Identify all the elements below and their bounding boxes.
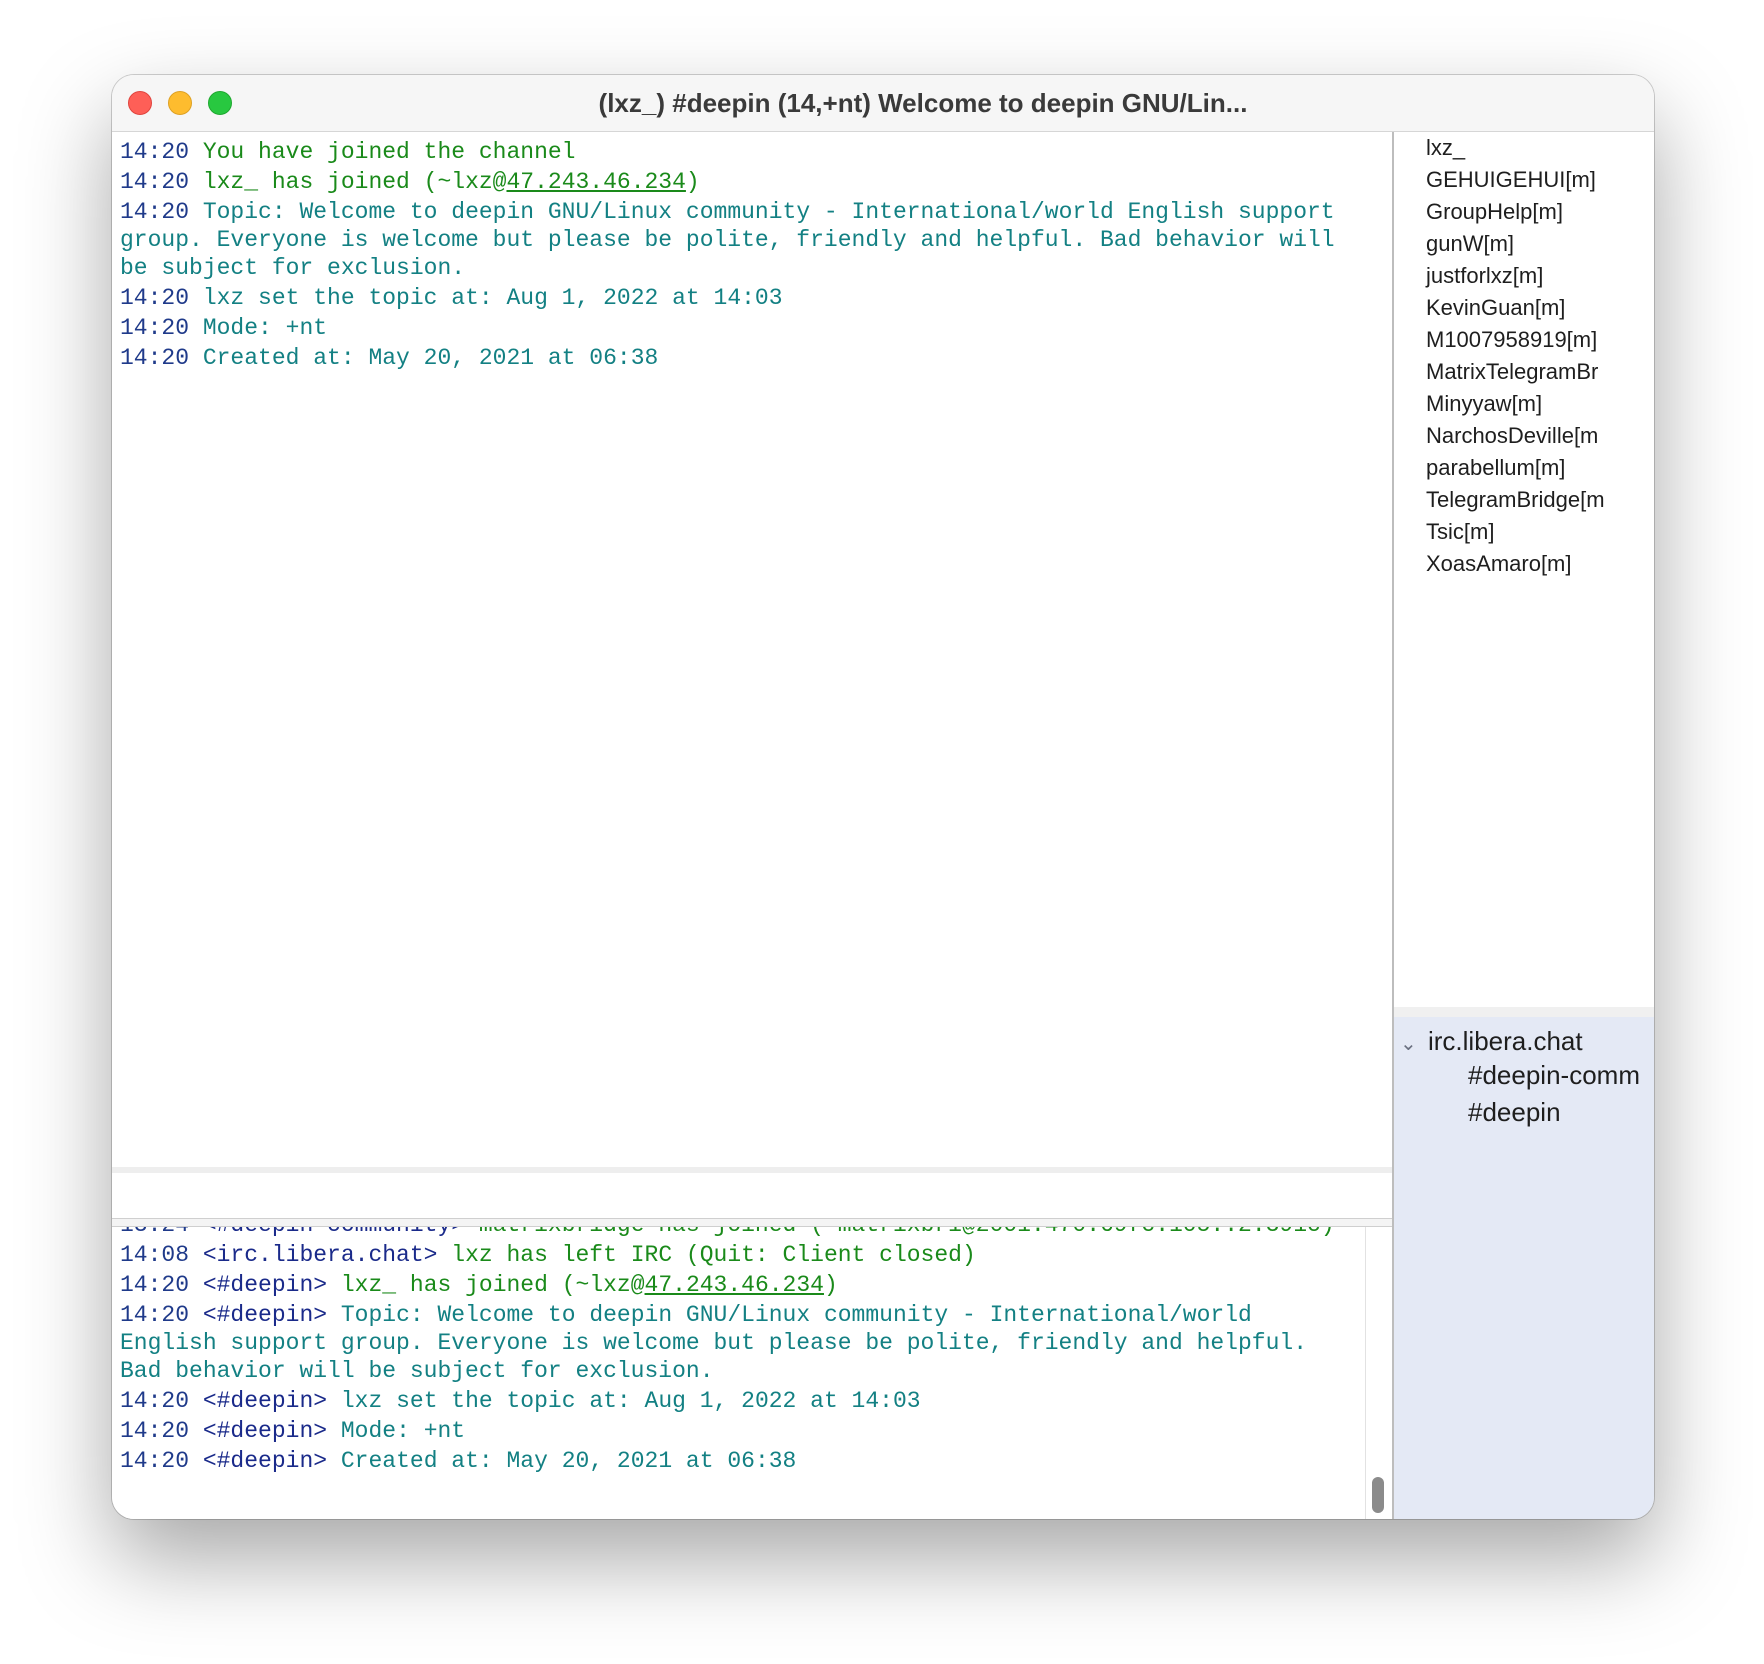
log-line: 14:20 <#deepin> Mode: +nt xyxy=(120,1417,1352,1445)
user-list-item[interactable]: justforlxz[m] xyxy=(1394,260,1654,292)
log-timestamp: 14:20 xyxy=(120,285,190,311)
log-line: 14:20 <#deepin> Created at: May 20, 2021… xyxy=(120,1447,1352,1475)
user-list-item[interactable]: XoasAmaro[m] xyxy=(1394,548,1654,580)
server-tree[interactable]: ⌄ irc.libera.chat #deepin-comm #deepin xyxy=(1394,1007,1654,1519)
user-list-item[interactable]: MatrixTelegramBr xyxy=(1394,356,1654,388)
log-line: 14:20 lxz_ has joined (~lxz@47.243.46.23… xyxy=(120,168,1372,196)
user-list-item[interactable]: M1007958919[m] xyxy=(1394,324,1654,356)
log-line: 14:08 <irc.libera.chat> lxz has left IRC… xyxy=(120,1241,1352,1269)
log-source: <#deepin> xyxy=(202,1272,328,1298)
title-bar[interactable]: (lxz_) #deepin (14,+nt) Welcome to deepi… xyxy=(112,75,1654,132)
server-log-view[interactable]: 13:24 <#deepin-community> matrixbridge h… xyxy=(112,1227,1392,1519)
user-list-item[interactable]: KevinGuan[m] xyxy=(1394,292,1654,324)
log-line: 14:20 <#deepin> lxz set the topic at: Au… xyxy=(120,1387,1352,1415)
log-text: lxz has left IRC (Quit: Client closed) xyxy=(451,1242,976,1268)
log-timestamp: 13:24 xyxy=(120,1227,189,1238)
log-text: You have joined the channel xyxy=(202,139,576,165)
log-source: <irc.libera.chat> xyxy=(202,1242,438,1268)
log-text: lxz set the topic at: Aug 1, 2022 at 14:… xyxy=(340,1388,921,1414)
channel-log-view[interactable]: 14:20 You have joined the channel 14:20 l… xyxy=(112,132,1392,1167)
user-list-item[interactable]: Minyyaw[m] xyxy=(1394,388,1654,420)
tree-channel-deepin-comm[interactable]: #deepin-comm xyxy=(1468,1057,1640,1093)
log-line: 14:20 <#deepin> lxz_ has joined (~lxz@47… xyxy=(120,1271,1352,1299)
user-list-item[interactable]: parabellum[m] xyxy=(1394,452,1654,484)
user-list-item[interactable]: Tsic[m] xyxy=(1394,516,1654,548)
minimize-window-button[interactable] xyxy=(168,91,192,115)
irc-client-window: (lxz_) #deepin (14,+nt) Welcome to deepi… xyxy=(112,75,1654,1519)
zoom-window-button[interactable] xyxy=(208,91,232,115)
tree-channel-deepin[interactable]: #deepin xyxy=(1468,1094,1561,1130)
tree-server-item[interactable]: ⌄ irc.libera.chat xyxy=(1400,1023,1583,1059)
log-timestamp: 14:08 xyxy=(120,1242,190,1268)
log-timestamp: 14:20 xyxy=(120,315,190,341)
log-text: Created at: May 20, 2021 at 06:38 xyxy=(202,345,659,371)
log-timestamp: 14:20 xyxy=(120,199,190,225)
window-title: (lxz_) #deepin (14,+nt) Welcome to deepi… xyxy=(598,88,1248,118)
channel-log: 14:20 You have joined the channel 14:20 l… xyxy=(120,138,1372,374)
log-line: 14:20 Topic: Welcome to deepin GNU/Linux… xyxy=(120,198,1372,282)
server-log-scrollbar[interactable] xyxy=(1365,1227,1388,1519)
user-list-item[interactable]: NarchosDeville[m xyxy=(1394,420,1654,452)
user-list-item[interactable]: TelegramBridge[m xyxy=(1394,484,1654,516)
message-input[interactable] xyxy=(112,1167,1392,1219)
log-source: <#deepin> xyxy=(202,1418,328,1444)
user-list-item[interactable]: GroupHelp[m] xyxy=(1394,196,1654,228)
log-line: 13:24 <#deepin-community> matrixbridge h… xyxy=(120,1227,1352,1239)
log-source: <#deepin> xyxy=(202,1388,328,1414)
user-list-item[interactable]: lxz_ xyxy=(1394,132,1654,164)
pane-divider[interactable] xyxy=(112,1219,1392,1227)
server-log: 13:24 <#deepin-community> matrixbridge h… xyxy=(120,1227,1352,1477)
log-text: ) xyxy=(685,169,700,195)
log-link[interactable]: 47.243.46.234 xyxy=(645,1272,824,1298)
log-text: lxz_ has joined (~lxz@ xyxy=(340,1272,645,1298)
chevron-down-icon[interactable]: ⌄ xyxy=(1400,1026,1428,1062)
log-text: lxz set the topic at: Aug 1, 2022 at 14:… xyxy=(202,285,783,311)
log-text: ) xyxy=(823,1272,838,1298)
log-source: <#deepin> xyxy=(202,1302,328,1328)
log-timestamp: 14:20 xyxy=(120,1302,190,1328)
log-line: 14:20 Created at: May 20, 2021 at 06:38 xyxy=(120,344,1372,372)
tree-server-label: irc.libera.chat xyxy=(1428,1026,1583,1056)
tree-channel-label: #deepin xyxy=(1468,1097,1561,1127)
log-text: Mode: +nt xyxy=(202,315,328,341)
log-timestamp: 14:20 xyxy=(120,345,190,371)
log-timestamp: 14:20 xyxy=(120,1272,190,1298)
log-text: matrixbridge has joined (~matrixbri@2001… xyxy=(479,1227,1335,1238)
user-list-items: lxz_ GEHUIGEHUI[m] GroupHelp[m] gunW[m] just… xyxy=(1394,132,1654,580)
log-link[interactable]: 47.243.46.234 xyxy=(506,169,685,195)
log-text: lxz_ has joined (~lxz@ xyxy=(202,169,507,195)
log-timestamp: 14:20 xyxy=(120,169,190,195)
log-line: 14:20 You have joined the channel xyxy=(120,138,1372,166)
log-timestamp: 14:20 xyxy=(120,1418,190,1444)
log-source: <#deepin-community> xyxy=(203,1227,465,1238)
scrollbar-thumb[interactable] xyxy=(1372,1477,1384,1513)
log-text: Mode: +nt xyxy=(340,1418,466,1444)
close-window-button[interactable] xyxy=(128,91,152,115)
user-list-item[interactable]: GEHUIGEHUI[m] xyxy=(1394,164,1654,196)
log-timestamp: 14:20 xyxy=(120,1448,190,1474)
log-line: 14:20 <#deepin> Topic: Welcome to deepin… xyxy=(120,1301,1352,1385)
log-timestamp: 14:20 xyxy=(120,1388,190,1414)
log-timestamp: 14:20 xyxy=(120,139,190,165)
log-source: <#deepin> xyxy=(202,1448,328,1474)
log-text: Created at: May 20, 2021 at 06:38 xyxy=(340,1448,797,1474)
user-list-item[interactable]: gunW[m] xyxy=(1394,228,1654,260)
log-line: 14:20 Mode: +nt xyxy=(120,314,1372,342)
log-line: 14:20 lxz set the topic at: Aug 1, 2022 … xyxy=(120,284,1372,312)
log-text: Topic: Welcome to deepin GNU/Linux commu… xyxy=(120,199,1349,281)
tree-channel-label: #deepin-comm xyxy=(1468,1060,1640,1090)
user-list[interactable]: lxz_ GEHUIGEHUI[m] GroupHelp[m] gunW[m] just… xyxy=(1394,132,1654,1007)
